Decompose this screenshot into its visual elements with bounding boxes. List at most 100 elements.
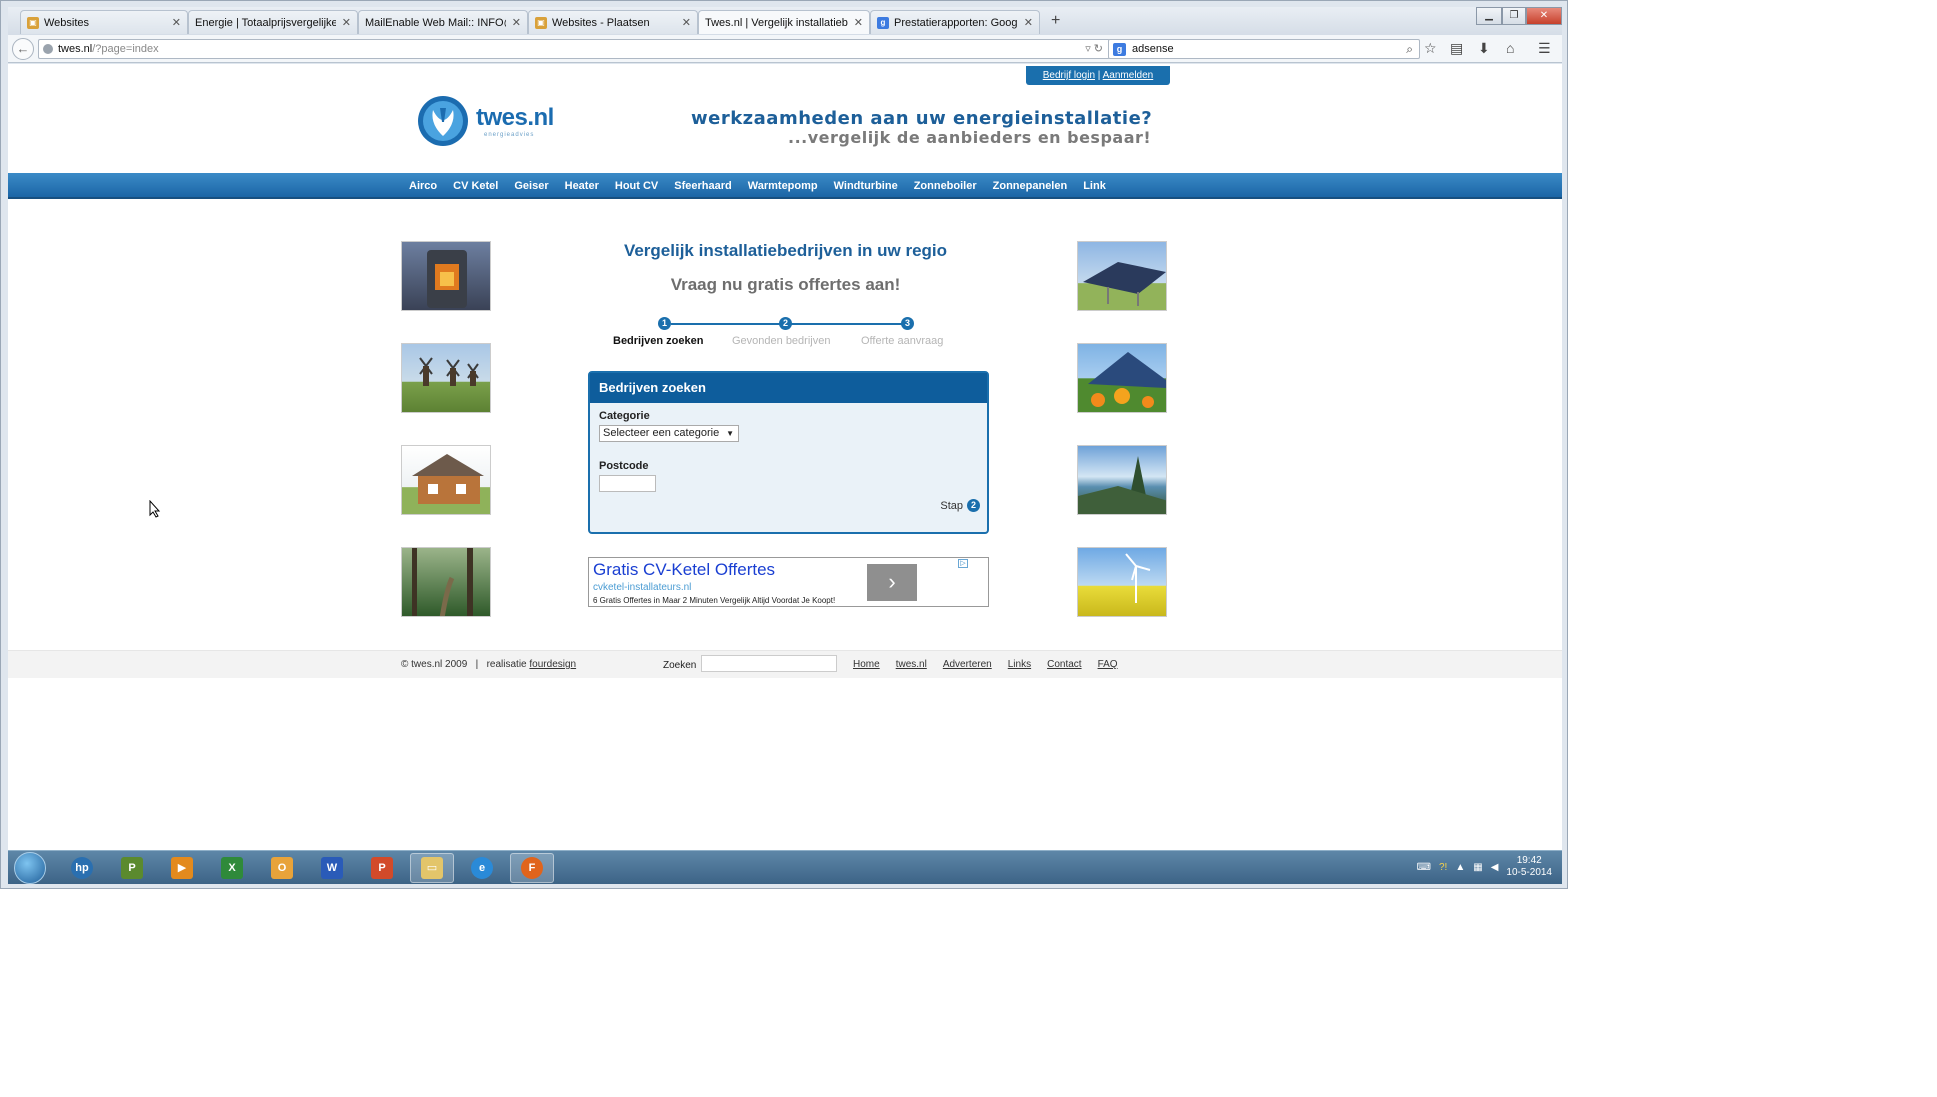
footer-link-faq[interactable]: FAQ: [1098, 659, 1118, 670]
menu-item-windturbine[interactable]: Windturbine: [826, 180, 906, 192]
web-page: Bedrijf login | Aanmelden twes.nl energi…: [8, 64, 1562, 850]
internet-explorer-icon[interactable]: e: [460, 853, 504, 883]
menu-item-cv-ketel[interactable]: CV Ketel: [445, 180, 506, 192]
chevron-right-icon[interactable]: ›: [867, 564, 917, 601]
category-select[interactable]: Selecteer een categorie ▼: [599, 425, 739, 442]
menu-item-airco[interactable]: Airco: [401, 180, 445, 192]
close-icon[interactable]: ✕: [172, 16, 181, 29]
tagline-compare: ...vergelijk de aanbieders en bespaar!: [788, 128, 1152, 147]
volume-icon[interactable]: ◀: [1491, 862, 1499, 873]
stove-image: [401, 241, 491, 311]
site-logo[interactable]: twes.nl energieadvies: [416, 94, 556, 150]
google-icon[interactable]: g: [1113, 42, 1126, 56]
url-host: twes.nl: [58, 43, 93, 55]
menu-item-zonneboiler[interactable]: Zonneboiler: [906, 180, 985, 192]
hp-icon[interactable]: hp: [60, 853, 104, 883]
restore-icon[interactable]: ❐: [1502, 7, 1526, 25]
step-connector: [792, 323, 913, 325]
close-icon[interactable]: ✕: [342, 16, 351, 29]
next-step-button[interactable]: Stap 2: [940, 499, 980, 512]
close-icon[interactable]: ✕: [512, 16, 521, 29]
project-icon[interactable]: P: [110, 853, 154, 883]
media-player-icon[interactable]: ▶: [160, 853, 204, 883]
forest-image: [401, 547, 491, 617]
footer-link-twes[interactable]: twes.nl: [896, 659, 927, 670]
explorer-icon[interactable]: ▭: [410, 853, 454, 883]
logo-text: twes.nl: [476, 104, 554, 131]
menu-icon[interactable]: ☰: [1538, 40, 1551, 57]
search-input[interactable]: adsense: [1132, 43, 1174, 55]
search-bar[interactable]: g adsense ⌕: [1108, 39, 1420, 59]
minimize-icon[interactable]: ▁: [1476, 7, 1502, 25]
menu-item-geiser[interactable]: Geiser: [506, 180, 556, 192]
website-icon: ▣: [27, 16, 39, 29]
url-bar[interactable]: twes.nl /?page=index ▿ ↻: [38, 39, 1110, 59]
wooden-house-image: [401, 445, 491, 515]
postcode-label: Postcode: [599, 460, 649, 472]
step-2-label: Gevonden bedrijven: [732, 335, 831, 347]
tab-twes[interactable]: Twes.nl | Vergelijk installatiebe... ✕: [698, 10, 870, 34]
menu-item-heater[interactable]: Heater: [557, 180, 607, 192]
close-icon[interactable]: ✕: [854, 16, 863, 29]
footer-link-links[interactable]: Links: [1008, 659, 1031, 670]
search-icon[interactable]: ⌕: [1406, 42, 1413, 57]
home-icon[interactable]: ⌂: [1506, 40, 1514, 56]
close-window-icon[interactable]: ✕: [1526, 7, 1562, 25]
ad-title[interactable]: Gratis CV-Ketel Offertes: [593, 560, 775, 580]
back-icon[interactable]: ←: [12, 38, 34, 60]
reload-icon[interactable]: ▿ ↻: [1085, 42, 1103, 55]
footer-link-adverteren[interactable]: Adverteren: [943, 659, 992, 670]
excel-icon[interactable]: X: [210, 853, 254, 883]
tab-mailenable[interactable]: MailEnable Web Mail:: INFO@T... ✕: [358, 10, 528, 34]
main-menu: Airco CV Ketel Geiser Heater Hout CV Sfe…: [401, 173, 1114, 199]
advertisement[interactable]: Gratis CV-Ketel Offertes cvketel-install…: [588, 557, 989, 607]
bookmarks-list-icon[interactable]: ▤: [1450, 40, 1463, 57]
menu-item-warmtepomp[interactable]: Warmtepomp: [740, 180, 826, 192]
new-tab-icon[interactable]: +: [1051, 12, 1060, 30]
system-tray: ⌨ ?! ▲ ▦ ◀ 19:42 10-5-2014: [1417, 855, 1552, 879]
help-warning-icon[interactable]: ?!: [1439, 862, 1447, 873]
solar-array-image: [1077, 241, 1167, 311]
tab-websites[interactable]: ▣ Websites ✕: [20, 10, 188, 34]
browser-window: ▣ Websites ✕ Energie | Totaalprijsvergel…: [0, 0, 1568, 889]
ad-text: 6 Gratis Offertes in Maar 2 Minuten Verg…: [593, 596, 836, 605]
tab-title: Websites: [44, 16, 90, 29]
download-icon[interactable]: ⬇: [1478, 40, 1490, 57]
adchoices-icon[interactable]: ▷: [958, 559, 968, 568]
tab-prestatierapporten[interactable]: g Prestatierapporten: Google... ✕: [870, 10, 1040, 34]
page-footer: © twes.nl 2009 | realisatie fourdesign Z…: [8, 650, 1562, 678]
keyboard-icon[interactable]: ⌨: [1417, 862, 1431, 873]
menu-item-sfeerhaard[interactable]: Sfeerhaard: [666, 180, 739, 192]
footer-search-input[interactable]: [701, 655, 837, 672]
close-icon[interactable]: ✕: [1024, 16, 1033, 29]
step-2-dot: 2: [779, 317, 792, 330]
ad-url[interactable]: cvketel-installateurs.nl: [593, 582, 691, 593]
bedrijf-login-link[interactable]: Bedrijf login: [1043, 70, 1095, 81]
category-label: Categorie: [599, 410, 650, 422]
footer-link-home[interactable]: Home: [853, 659, 880, 670]
tab-websites-plaatsen[interactable]: ▣ Websites - Plaatsen ✕: [528, 10, 698, 34]
start-button[interactable]: [14, 852, 46, 884]
word-icon[interactable]: W: [310, 853, 354, 883]
tray-expand-icon[interactable]: ▲: [1455, 862, 1465, 873]
google-icon: g: [877, 16, 889, 29]
postcode-input[interactable]: [599, 475, 656, 492]
outlook-icon[interactable]: O: [260, 853, 304, 883]
close-icon[interactable]: ✕: [682, 16, 691, 29]
powerpoint-icon[interactable]: P: [360, 853, 404, 883]
fourdesign-link[interactable]: fourdesign: [529, 659, 576, 670]
menu-item-hout-cv[interactable]: Hout CV: [607, 180, 666, 192]
progress-steps: 1 2 3 Bedrijven zoeken Gevonden bedrijve…: [608, 316, 968, 350]
firefox-icon[interactable]: F: [510, 853, 554, 883]
credit-prefix: realisatie: [486, 659, 527, 670]
bookmark-star-icon[interactable]: ☆: [1424, 40, 1437, 57]
footer-link-contact[interactable]: Contact: [1047, 659, 1081, 670]
menu-item-zonnepanelen[interactable]: Zonnepanelen: [985, 180, 1076, 192]
network-icon[interactable]: ▦: [1473, 862, 1482, 873]
menu-item-link[interactable]: Link: [1075, 180, 1114, 192]
tab-energie[interactable]: Energie | Totaalprijsvergelijker.nl ✕: [188, 10, 358, 34]
clock-time: 19:42: [1516, 855, 1542, 866]
clock[interactable]: 19:42 10-5-2014: [1506, 855, 1552, 879]
aanmelden-link[interactable]: Aanmelden: [1103, 70, 1154, 81]
solar-roof-flowers-image: [1077, 343, 1167, 413]
